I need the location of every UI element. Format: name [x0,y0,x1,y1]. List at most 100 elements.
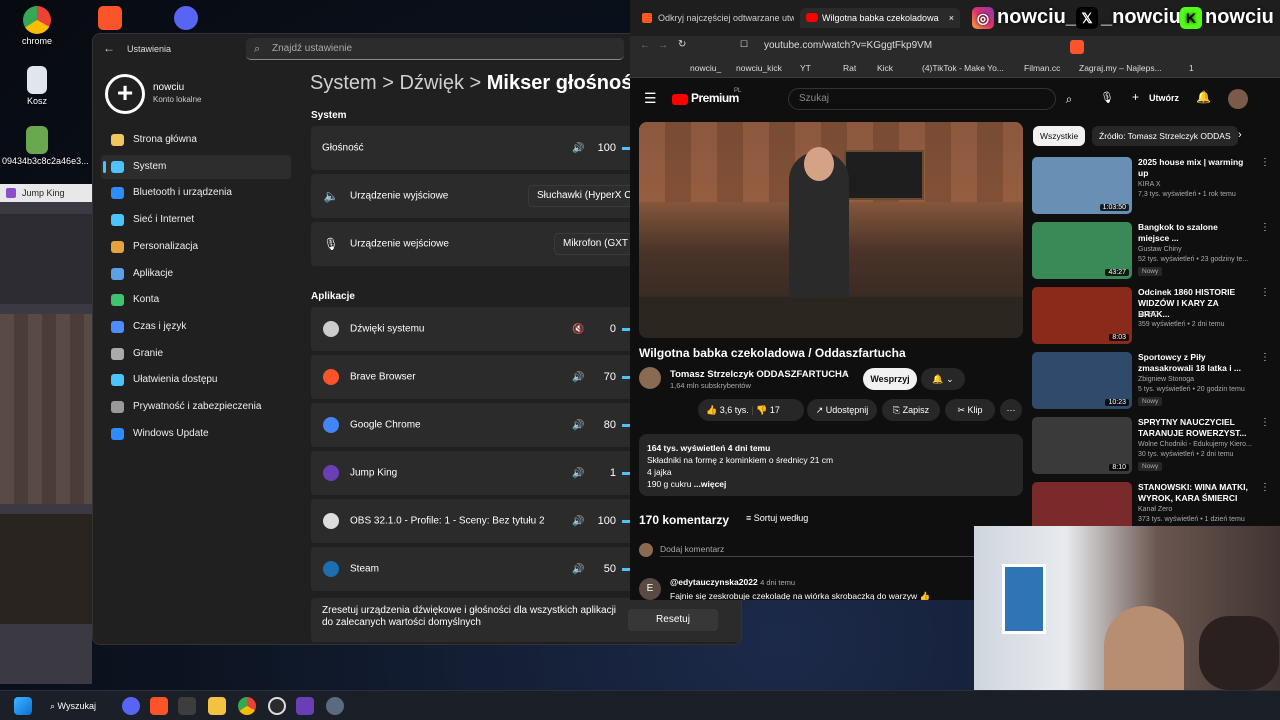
like-icon[interactable]: 👍 [706,405,717,415]
share-button[interactable]: ↗ Udostępnij [807,399,877,421]
subscribe-bell-button[interactable]: 🔔 ⌄ [921,368,965,390]
bookmark-item[interactable]: Rat [843,58,856,78]
sidebar-item-10[interactable]: Prywatność i zabezpieczenia [101,395,291,419]
chips-next-icon[interactable]: › [1238,129,1242,141]
show-more-link[interactable]: ...więcej [694,479,727,489]
recommended-video[interactable]: 1:03:50 2025 house mix | warming up KIRA X… [1032,157,1272,217]
create-button[interactable]: Utwórz [1149,93,1179,103]
sidebar-item-5[interactable]: Aplikacje [101,262,291,286]
back-arrow-icon[interactable]: ← [103,41,115,55]
search-button-icon[interactable]: ⌕ [1059,88,1079,110]
recommended-video[interactable]: 43:27 Bangkok to szalone miejsce ... Gusta… [1032,222,1272,282]
speaker-icon[interactable]: 🔊 [572,564,594,575]
dislike-icon[interactable]: 👎 [756,405,767,415]
channel-avatar[interactable] [639,367,661,389]
sidebar-item-6[interactable]: Konta [101,288,291,312]
brave-desktop-icon[interactable] [98,6,122,30]
desktop-icon-file[interactable]: 09434b3c8c2a46e3... [2,126,89,166]
jump-king-window[interactable]: Jump King [0,184,92,684]
bookmark-item[interactable]: nowciu_kick [736,58,782,78]
close-tab-icon[interactable]: × [949,8,954,28]
bookmark-icon[interactable]: ☐ [740,39,748,50]
breadcrumb-system[interactable]: System [310,72,377,94]
bookmark-item[interactable]: Zagraj.my – Najleps... [1079,58,1162,78]
reset-button[interactable]: Resetuj [628,609,718,631]
chip-source[interactable]: Źródło: Tomasz Strzelczyk ODDAS [1092,126,1238,146]
sidebar-item-7[interactable]: Czas i język [101,315,291,339]
video-thumbnail[interactable]: 8:10 [1032,417,1132,474]
notifications-icon[interactable]: 🔔 [1196,90,1211,104]
video-thumbnail[interactable]: 43:27 [1032,222,1132,279]
youtube-logo[interactable]: Premium [691,91,739,105]
clip-button[interactable]: ✂ Klip [945,399,995,421]
settings-search-input[interactable]: ⌕ Znajdź ustawienie [246,38,624,60]
bookmark-item[interactable]: Filman.cc [1024,58,1060,78]
brave-shield-icon[interactable] [1070,40,1084,54]
reload-icon[interactable]: ↻ [678,39,686,50]
menu-icon[interactable]: ☰ [644,90,657,107]
video-player[interactable] [639,122,1023,338]
recommended-channel[interactable]: Zbigniew Stonoga [1138,376,1194,383]
more-actions-icon[interactable]: ⋯ [1000,399,1022,421]
sidebar-item-2[interactable]: Bluetooth i urządzenia [101,181,291,205]
discord-taskbar-icon[interactable] [122,697,140,715]
speaker-icon[interactable]: 🔊 [572,143,594,154]
recommended-title[interactable]: 2025 house mix | warming up [1138,157,1250,179]
support-button[interactable]: Wesprzyj [863,368,917,390]
file-explorer-icon[interactable] [208,697,226,715]
bookmark-item[interactable]: (4)TikTok - Make Yo... [922,58,1004,78]
more-options-icon[interactable]: ⋮ [1260,417,1270,428]
save-button[interactable]: ⎘ Zapisz [882,399,940,421]
bookmark-item[interactable]: nowciu_ [690,58,721,78]
more-options-icon[interactable]: ⋮ [1260,482,1270,493]
browser-window[interactable]: Odkryj najczęściej odtwarzane utwor Wilg… [630,0,1280,600]
recommended-channel[interactable]: KIRA X [1138,181,1161,188]
recommended-title[interactable]: Bangkok to szalone miejsce ... [1138,222,1250,244]
discord-desktop-icon[interactable] [174,6,198,30]
bookmark-item[interactable]: 1 [1189,58,1194,78]
recommended-video[interactable]: 8:03 Odcinek 1860 HISTORIE WIDZÓW I KARY … [1032,287,1272,347]
sort-comments-button[interactable]: ≡ Sortuj według [746,513,808,523]
recommended-title[interactable]: Sportowcy z Piły zmasakrowali 18 latka i… [1138,352,1250,374]
back-icon[interactable]: ← [640,40,650,51]
chip-all[interactable]: Wszystkie [1033,126,1086,146]
settings-taskbar-icon[interactable] [326,697,344,715]
tab-music[interactable]: Odkryj najczęściej odtwarzane utwor [636,8,794,28]
recommended-title[interactable]: STANOWSKI: WINA MATKI, WYROK, KARA ŚMIER… [1138,482,1250,504]
forward-icon[interactable]: → [658,40,668,51]
bookmark-item[interactable]: YT [800,58,811,78]
channel-name[interactable]: Tomasz Strzelczyk ODDASZFARTUCHA [670,369,849,380]
video-description[interactable]: 164 tys. wyświetleń 4 dni temu Składniki… [639,434,1023,496]
recommended-title[interactable]: SPRYTNY NAUCZYCIEL TARANUJE ROWERZYST... [1138,417,1250,439]
comment-author[interactable]: @edytauczynska2022 [670,577,758,587]
sidebar-item-9[interactable]: Ułatwienia dostępu [101,368,291,392]
speaker-icon[interactable]: 🔊 [572,372,594,383]
recommended-video[interactable]: 10:23 Sportowcy z Piły zmasakrowali 18 la… [1032,352,1272,412]
profile-avatar[interactable]: + [105,74,145,114]
user-avatar[interactable] [1228,89,1248,109]
voice-search-icon[interactable]: 🎙 [1100,91,1114,104]
commenter-avatar[interactable]: E [639,578,661,600]
video-thumbnail[interactable]: 8:03 [1032,287,1132,344]
dislike-count[interactable]: 17 [770,405,780,415]
more-options-icon[interactable]: ⋮ [1260,222,1270,233]
bookmark-item[interactable]: Kick [877,58,893,78]
sidebar-item-11[interactable]: Windows Update [101,422,291,446]
sidebar-item-0[interactable]: Strona główna [101,128,291,152]
video-thumbnail[interactable]: 1:03:50 [1032,157,1132,214]
chrome-taskbar-icon[interactable] [238,697,256,715]
jump-king-taskbar-icon[interactable] [296,697,314,715]
sidebar-item-1[interactable]: System [101,154,291,179]
sidebar-item-8[interactable]: Granie [101,342,291,366]
brave-taskbar-icon[interactable] [150,697,168,715]
youtube-search-input[interactable]: Szukaj [788,88,1056,110]
speaker-icon[interactable]: 🔊 [572,516,594,527]
desktop-icon-recycle-bin[interactable]: Kosz [2,66,72,106]
recommended-channel[interactable]: Gustaw Chiny [1138,246,1182,253]
like-count[interactable]: 3,6 tys. [720,405,749,415]
add-comment-input[interactable]: Dodaj komentarz [660,544,990,557]
jump-king-titlebar[interactable]: Jump King [0,184,92,202]
mute-icon[interactable]: 🔇 [572,324,594,335]
recommended-channel[interactable]: Wolne Chodniki - Edukujemy Kiero... [1138,441,1252,448]
url-field[interactable]: youtube.com/watch?v=KGggtFkp9VM [764,36,932,56]
